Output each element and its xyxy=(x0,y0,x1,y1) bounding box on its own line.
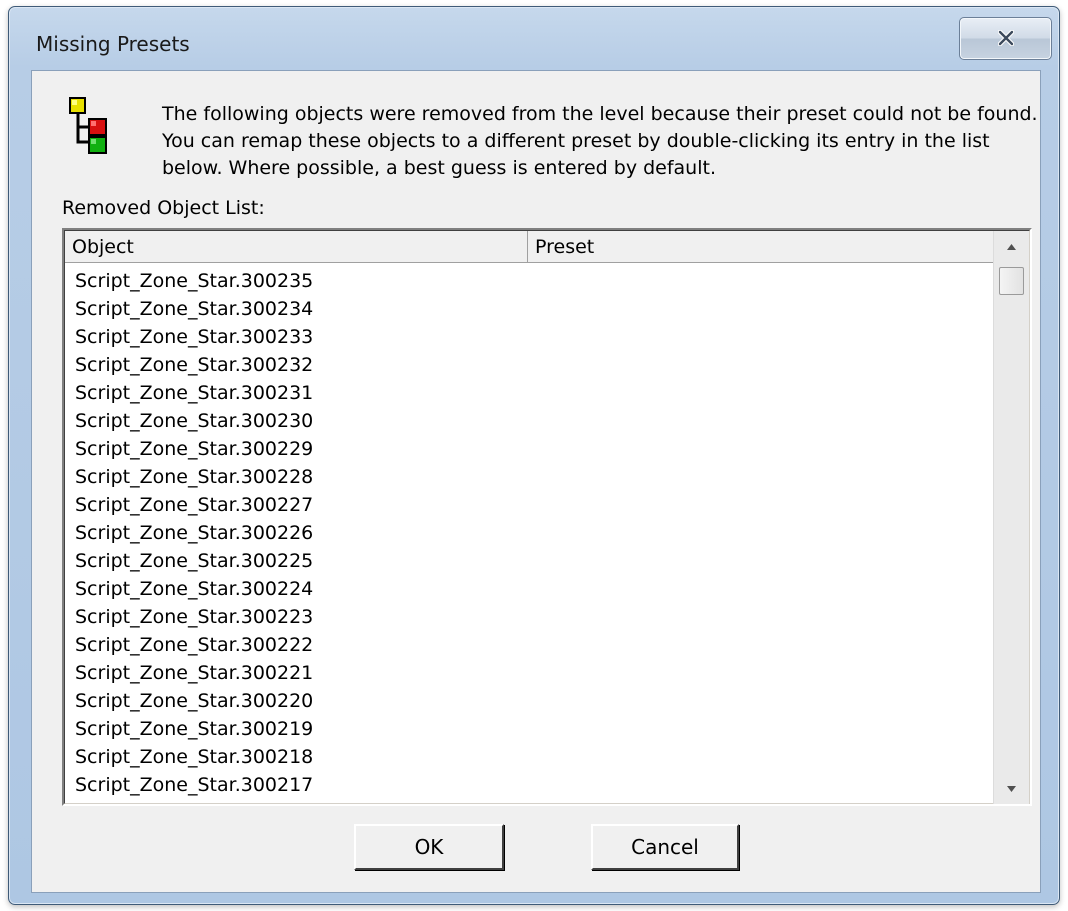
list-header: Object Preset xyxy=(65,231,998,263)
close-button[interactable] xyxy=(959,17,1052,60)
list-item[interactable]: Script_Zone_Star.300217 xyxy=(65,771,998,799)
list-item[interactable]: Script_Zone_Star.300228 xyxy=(65,463,998,491)
message-line: below. Where possible, a best guess is e… xyxy=(162,157,716,179)
list-item[interactable]: Script_Zone_Star.300224 xyxy=(65,575,998,603)
message-line: You can remap these objects to a differe… xyxy=(162,130,990,152)
column-header-preset[interactable]: Preset xyxy=(528,231,998,263)
scroll-up-button[interactable] xyxy=(994,231,1029,263)
removed-object-list-label: Removed Object List: xyxy=(62,197,265,219)
list-item[interactable]: Script_Zone_Star.300221 xyxy=(65,659,998,687)
close-icon xyxy=(998,30,1014,46)
message-text: The following objects were removed from … xyxy=(162,101,1038,182)
list-item[interactable]: Script_Zone_Star.300222 xyxy=(65,631,998,659)
list-item[interactable]: Script_Zone_Star.300233 xyxy=(65,323,998,351)
ok-button[interactable]: OK xyxy=(354,824,504,870)
list-item[interactable]: Script_Zone_Star.300231 xyxy=(65,379,998,407)
dialog-window: Missing Presets The following objects we… xyxy=(8,6,1060,905)
list-item[interactable]: Script_Zone_Star.300218 xyxy=(65,743,998,771)
scroll-down-button[interactable] xyxy=(994,773,1029,804)
column-header-object[interactable]: Object xyxy=(65,231,528,263)
tree-hierarchy-icon xyxy=(69,97,107,154)
list-item[interactable]: Script_Zone_Star.300219 xyxy=(65,715,998,743)
scroll-thumb[interactable] xyxy=(999,267,1024,295)
message-line: The following objects were removed from … xyxy=(162,103,1038,125)
list-item[interactable]: Script_Zone_Star.300232 xyxy=(65,351,998,379)
list-item[interactable]: Script_Zone_Star.300230 xyxy=(65,407,998,435)
list-item[interactable]: Script_Zone_Star.300225 xyxy=(65,547,998,575)
list-item[interactable]: Script_Zone_Star.300220 xyxy=(65,687,998,715)
vertical-scrollbar[interactable] xyxy=(993,231,1029,804)
list-item[interactable]: Script_Zone_Star.300235 xyxy=(65,267,998,295)
list-item[interactable]: Script_Zone_Star.300227 xyxy=(65,491,998,519)
list-rows: Script_Zone_Star.300235 Script_Zone_Star… xyxy=(65,267,998,799)
list-item[interactable]: Script_Zone_Star.300226 xyxy=(65,519,998,547)
arrow-down-icon xyxy=(1007,786,1016,792)
window-title: Missing Presets xyxy=(36,32,190,56)
cancel-button[interactable]: Cancel xyxy=(591,824,739,870)
list-item[interactable]: Script_Zone_Star.300223 xyxy=(65,603,998,631)
list-item[interactable]: Script_Zone_Star.300229 xyxy=(65,435,998,463)
list-item[interactable]: Script_Zone_Star.300234 xyxy=(65,295,998,323)
dialog-client-area: The following objects were removed from … xyxy=(31,70,1041,893)
arrow-up-icon xyxy=(1007,244,1016,250)
removed-object-list[interactable]: Object Preset Script_Zone_Star.300235 Sc… xyxy=(62,228,1032,806)
